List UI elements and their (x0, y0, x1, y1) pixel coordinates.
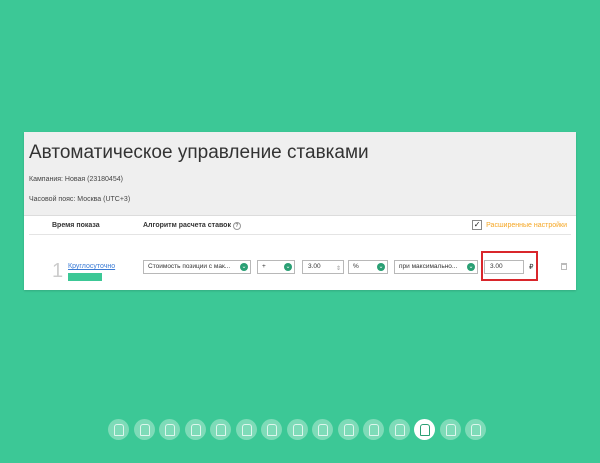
chevron-down-icon: ⌄ (377, 263, 385, 271)
advanced-settings-label[interactable]: Расширенные настройки (486, 222, 567, 229)
pager-dot[interactable] (159, 419, 180, 440)
trash-icon[interactable] (561, 263, 567, 270)
time-schedule-link[interactable]: Круглосуточно (68, 263, 115, 270)
unit-select-value: % (353, 263, 359, 270)
unit-select[interactable]: % ⌄ (348, 260, 388, 274)
column-header-algorithm-label: Алгоритм расчета ставок (143, 222, 231, 229)
pager-dot[interactable] (363, 419, 384, 440)
chevron-down-icon: ⌄ (467, 263, 475, 271)
column-header-algorithm: Алгоритм расчета ставок? (143, 222, 241, 230)
advanced-settings-checkbox[interactable]: ✓ (472, 220, 483, 230)
pager-dot[interactable] (261, 419, 282, 440)
pager (0, 419, 600, 443)
advanced-settings-toggle[interactable]: ✓ Расширенные настройки (472, 220, 567, 230)
pager-dot[interactable] (184, 419, 206, 440)
operator-select[interactable]: + ⌄ (257, 260, 295, 274)
spinner-icon[interactable]: ⇕ (336, 263, 341, 275)
chevron-down-icon: ⌄ (284, 263, 292, 271)
row-number: 1 (52, 260, 64, 282)
pager-dot[interactable] (286, 419, 308, 440)
campaign-label: Кампания: Новая (23180454) (29, 176, 123, 183)
value-input-text: 3.00 (308, 263, 321, 270)
pager-dot[interactable] (312, 419, 333, 440)
pager-dot[interactable] (133, 419, 155, 440)
time-schedule-bar (68, 273, 102, 281)
pager-dot[interactable] (465, 419, 486, 440)
column-header-time: Время показа (52, 222, 100, 229)
condition-select-value: при максимально... (399, 263, 458, 270)
page-title: Автоматическое управление ставками (29, 142, 369, 163)
timezone-label: Часовой пояс: Москва (UTC+3) (29, 196, 131, 203)
chevron-down-icon: ⌄ (240, 263, 248, 271)
help-icon[interactable]: ? (232, 222, 241, 230)
panel-header: Автоматическое управление ставками Кампа… (24, 132, 576, 216)
pager-dot[interactable] (388, 419, 410, 440)
strategy-select-value: Стоимость позиции с мак... (148, 263, 231, 270)
condition-select[interactable]: при максимально... ⌄ (394, 260, 478, 274)
operator-select-value: + (262, 263, 266, 270)
currency-label: ₽ (529, 264, 534, 271)
pager-dot[interactable] (235, 419, 257, 440)
pager-dot[interactable] (337, 419, 359, 440)
pager-dot[interactable] (414, 419, 435, 440)
pager-dot[interactable] (210, 419, 231, 440)
strategy-select[interactable]: Стоимость позиции с мак... ⌄ (143, 260, 251, 274)
divider (29, 234, 571, 235)
pager-dot[interactable] (108, 419, 129, 440)
value-input[interactable]: 3.00 ⇕ (302, 260, 344, 274)
pager-dot[interactable] (439, 419, 461, 440)
